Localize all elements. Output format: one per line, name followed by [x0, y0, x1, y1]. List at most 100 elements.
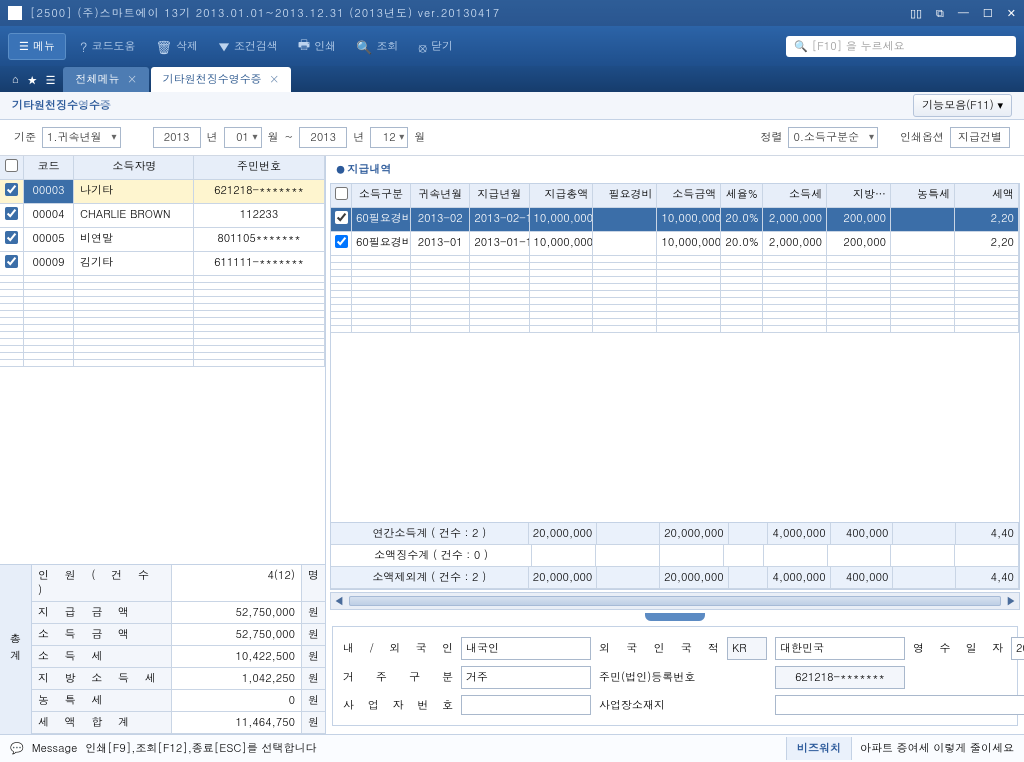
table-row[interactable]	[0, 325, 325, 332]
left-grid-body[interactable]: 00003 나기타 621218-******* 00004 CHARLIE B…	[0, 180, 325, 530]
table-row[interactable]	[331, 298, 1019, 305]
book-icon[interactable]: ▯▯	[910, 6, 922, 21]
table-row[interactable]	[0, 332, 325, 339]
app-icon	[8, 6, 22, 20]
bizwatch-label[interactable]: 비즈워치	[786, 737, 852, 760]
tab-close-icon[interactable]: ×	[127, 72, 136, 87]
table-row[interactable]	[331, 319, 1019, 326]
table-row[interactable]	[331, 291, 1019, 298]
splitter[interactable]	[326, 610, 1024, 624]
table-row[interactable]	[331, 312, 1019, 319]
inp-resident[interactable]: 거주	[461, 666, 591, 689]
inp-nation[interactable]: 대한민국	[775, 637, 905, 660]
table-row[interactable]	[0, 311, 325, 318]
row-checkbox[interactable]	[5, 255, 18, 268]
inp-bizno[interactable]	[461, 695, 591, 715]
table-row[interactable]	[0, 346, 325, 353]
table-row[interactable]	[331, 326, 1019, 333]
scroll-right-icon[interactable]: ▶	[1003, 594, 1019, 609]
col-header[interactable]: 지방…	[827, 184, 891, 207]
tab-strip: ⌂ ★ ☰ 전체메뉴 × 기타원천징수영수증 ×	[0, 66, 1024, 92]
col-header[interactable]: 세율%	[721, 184, 763, 207]
table-row[interactable]: 00005 비연말 801105*******	[0, 228, 325, 252]
row-checkbox[interactable]	[335, 235, 348, 248]
table-row[interactable]	[331, 305, 1019, 312]
tab-allmenu[interactable]: 전체메뉴 ×	[63, 67, 148, 92]
table-row[interactable]: 00004 CHARLIE BROWN 112233	[0, 204, 325, 228]
query-button[interactable]: 🔍조회	[350, 33, 404, 60]
delete-button[interactable]: 🗑삭제	[149, 33, 204, 60]
row-checkbox[interactable]	[5, 183, 18, 196]
filter-sort-select[interactable]: 0.소득구분순	[788, 127, 878, 148]
col-header[interactable]: 농특세	[891, 184, 955, 207]
filter-year-from[interactable]: 2013	[153, 127, 201, 148]
filter-month-to[interactable]: 12	[370, 127, 408, 148]
search-input[interactable]: 🔍 [F10] 을 누르세요	[786, 36, 1016, 57]
print-button[interactable]: 🖶인쇄	[292, 30, 342, 62]
col-jumin[interactable]: 주민번호	[194, 156, 325, 179]
col-name[interactable]: 소득자명	[74, 156, 194, 179]
table-row[interactable]: 00009 김기타 611111-*******	[0, 252, 325, 276]
inp-receipt[interactable]: 2013-03-08	[1011, 637, 1024, 660]
col-code[interactable]: 코드	[24, 156, 74, 179]
star-icon[interactable]: ★	[27, 73, 38, 88]
home-icon[interactable]: ⌂	[12, 73, 19, 88]
table-row[interactable]	[331, 263, 1019, 270]
function-menu-button[interactable]: 기능모음(F11) ▾	[913, 94, 1012, 117]
condsearch-button[interactable]: ▼조건검색	[212, 33, 284, 60]
scroll-left-icon[interactable]: ◀	[331, 594, 347, 609]
table-row[interactable]	[331, 284, 1019, 291]
table-row[interactable]	[331, 270, 1019, 277]
row-checkbox[interactable]	[335, 211, 348, 224]
inp-foreign[interactable]: 내국인	[461, 637, 591, 660]
table-row[interactable]	[0, 283, 325, 290]
table-row[interactable]	[0, 304, 325, 311]
table-row[interactable]	[0, 297, 325, 304]
minimize-icon[interactable]: —	[958, 6, 969, 21]
horizontal-scrollbar[interactable]: ◀ ▶	[330, 592, 1020, 610]
rgrid-checkall[interactable]	[335, 187, 348, 200]
table-row[interactable]: 60필요경비2013-012013-01-1110,000,00010,000,…	[331, 232, 1019, 256]
col-header[interactable]: 소득세	[763, 184, 827, 207]
filter-year-to[interactable]: 2013	[299, 127, 347, 148]
cascade-icon[interactable]: ☰	[46, 73, 56, 88]
tab-current[interactable]: 기타원천징수영수증 ×	[151, 67, 291, 92]
codehelp-button[interactable]: ?코드도움	[74, 33, 142, 60]
filter-month-from[interactable]: 01	[224, 127, 262, 148]
inp-addr[interactable]	[775, 695, 1024, 715]
close-button[interactable]: ⦻닫기	[412, 33, 459, 60]
table-row[interactable]	[0, 318, 325, 325]
table-row[interactable]	[331, 256, 1019, 263]
scroll-thumb[interactable]	[349, 596, 1001, 606]
col-header[interactable]: 소득금액	[657, 184, 721, 207]
table-row[interactable]	[0, 360, 325, 367]
menu-button[interactable]: ☰ 메뉴	[8, 33, 66, 60]
row-checkbox[interactable]	[5, 231, 18, 244]
filter-basis-select[interactable]: 1.귀속년월	[42, 127, 121, 148]
close-icon[interactable]: ✕	[1007, 6, 1016, 21]
status-message: 인쇄[F9],조회[F12],종료[ESC]를 선택합니다	[85, 741, 316, 756]
filter-printopt[interactable]: 지급건별	[950, 127, 1010, 148]
col-header[interactable]: 필요경비	[593, 184, 657, 207]
table-row[interactable]	[0, 353, 325, 360]
table-row[interactable]	[331, 277, 1019, 284]
tab-close-icon[interactable]: ×	[270, 72, 279, 87]
col-header[interactable]: 세액	[955, 184, 1019, 207]
table-row[interactable]	[0, 276, 325, 283]
inp-regno[interactable]: 621218-*******	[775, 666, 905, 689]
splitter-grip[interactable]	[645, 613, 705, 621]
table-row[interactable]: 60필요경비2013-022013-02-1110,000,00010,000,…	[331, 208, 1019, 232]
payment-grid[interactable]: 소득구분귀속년월지급년월지급총액필요경비소득금액세율%소득세지방…농특세세액 6…	[330, 183, 1020, 523]
cascade-icon[interactable]: ⧉	[936, 6, 944, 21]
col-header[interactable]: 지급총액	[530, 184, 594, 207]
col-header[interactable]: 귀속년월	[411, 184, 470, 207]
table-row[interactable]	[0, 290, 325, 297]
row-checkbox[interactable]	[5, 207, 18, 220]
table-row[interactable]	[0, 339, 325, 346]
maximize-icon[interactable]: ☐	[983, 6, 993, 21]
table-row[interactable]: 00003 나기타 621218-*******	[0, 180, 325, 204]
left-grid-checkall[interactable]	[5, 159, 18, 172]
col-header[interactable]: 소득구분	[352, 184, 411, 207]
inp-nation-code[interactable]: KR	[727, 637, 767, 660]
col-header[interactable]: 지급년월	[470, 184, 529, 207]
